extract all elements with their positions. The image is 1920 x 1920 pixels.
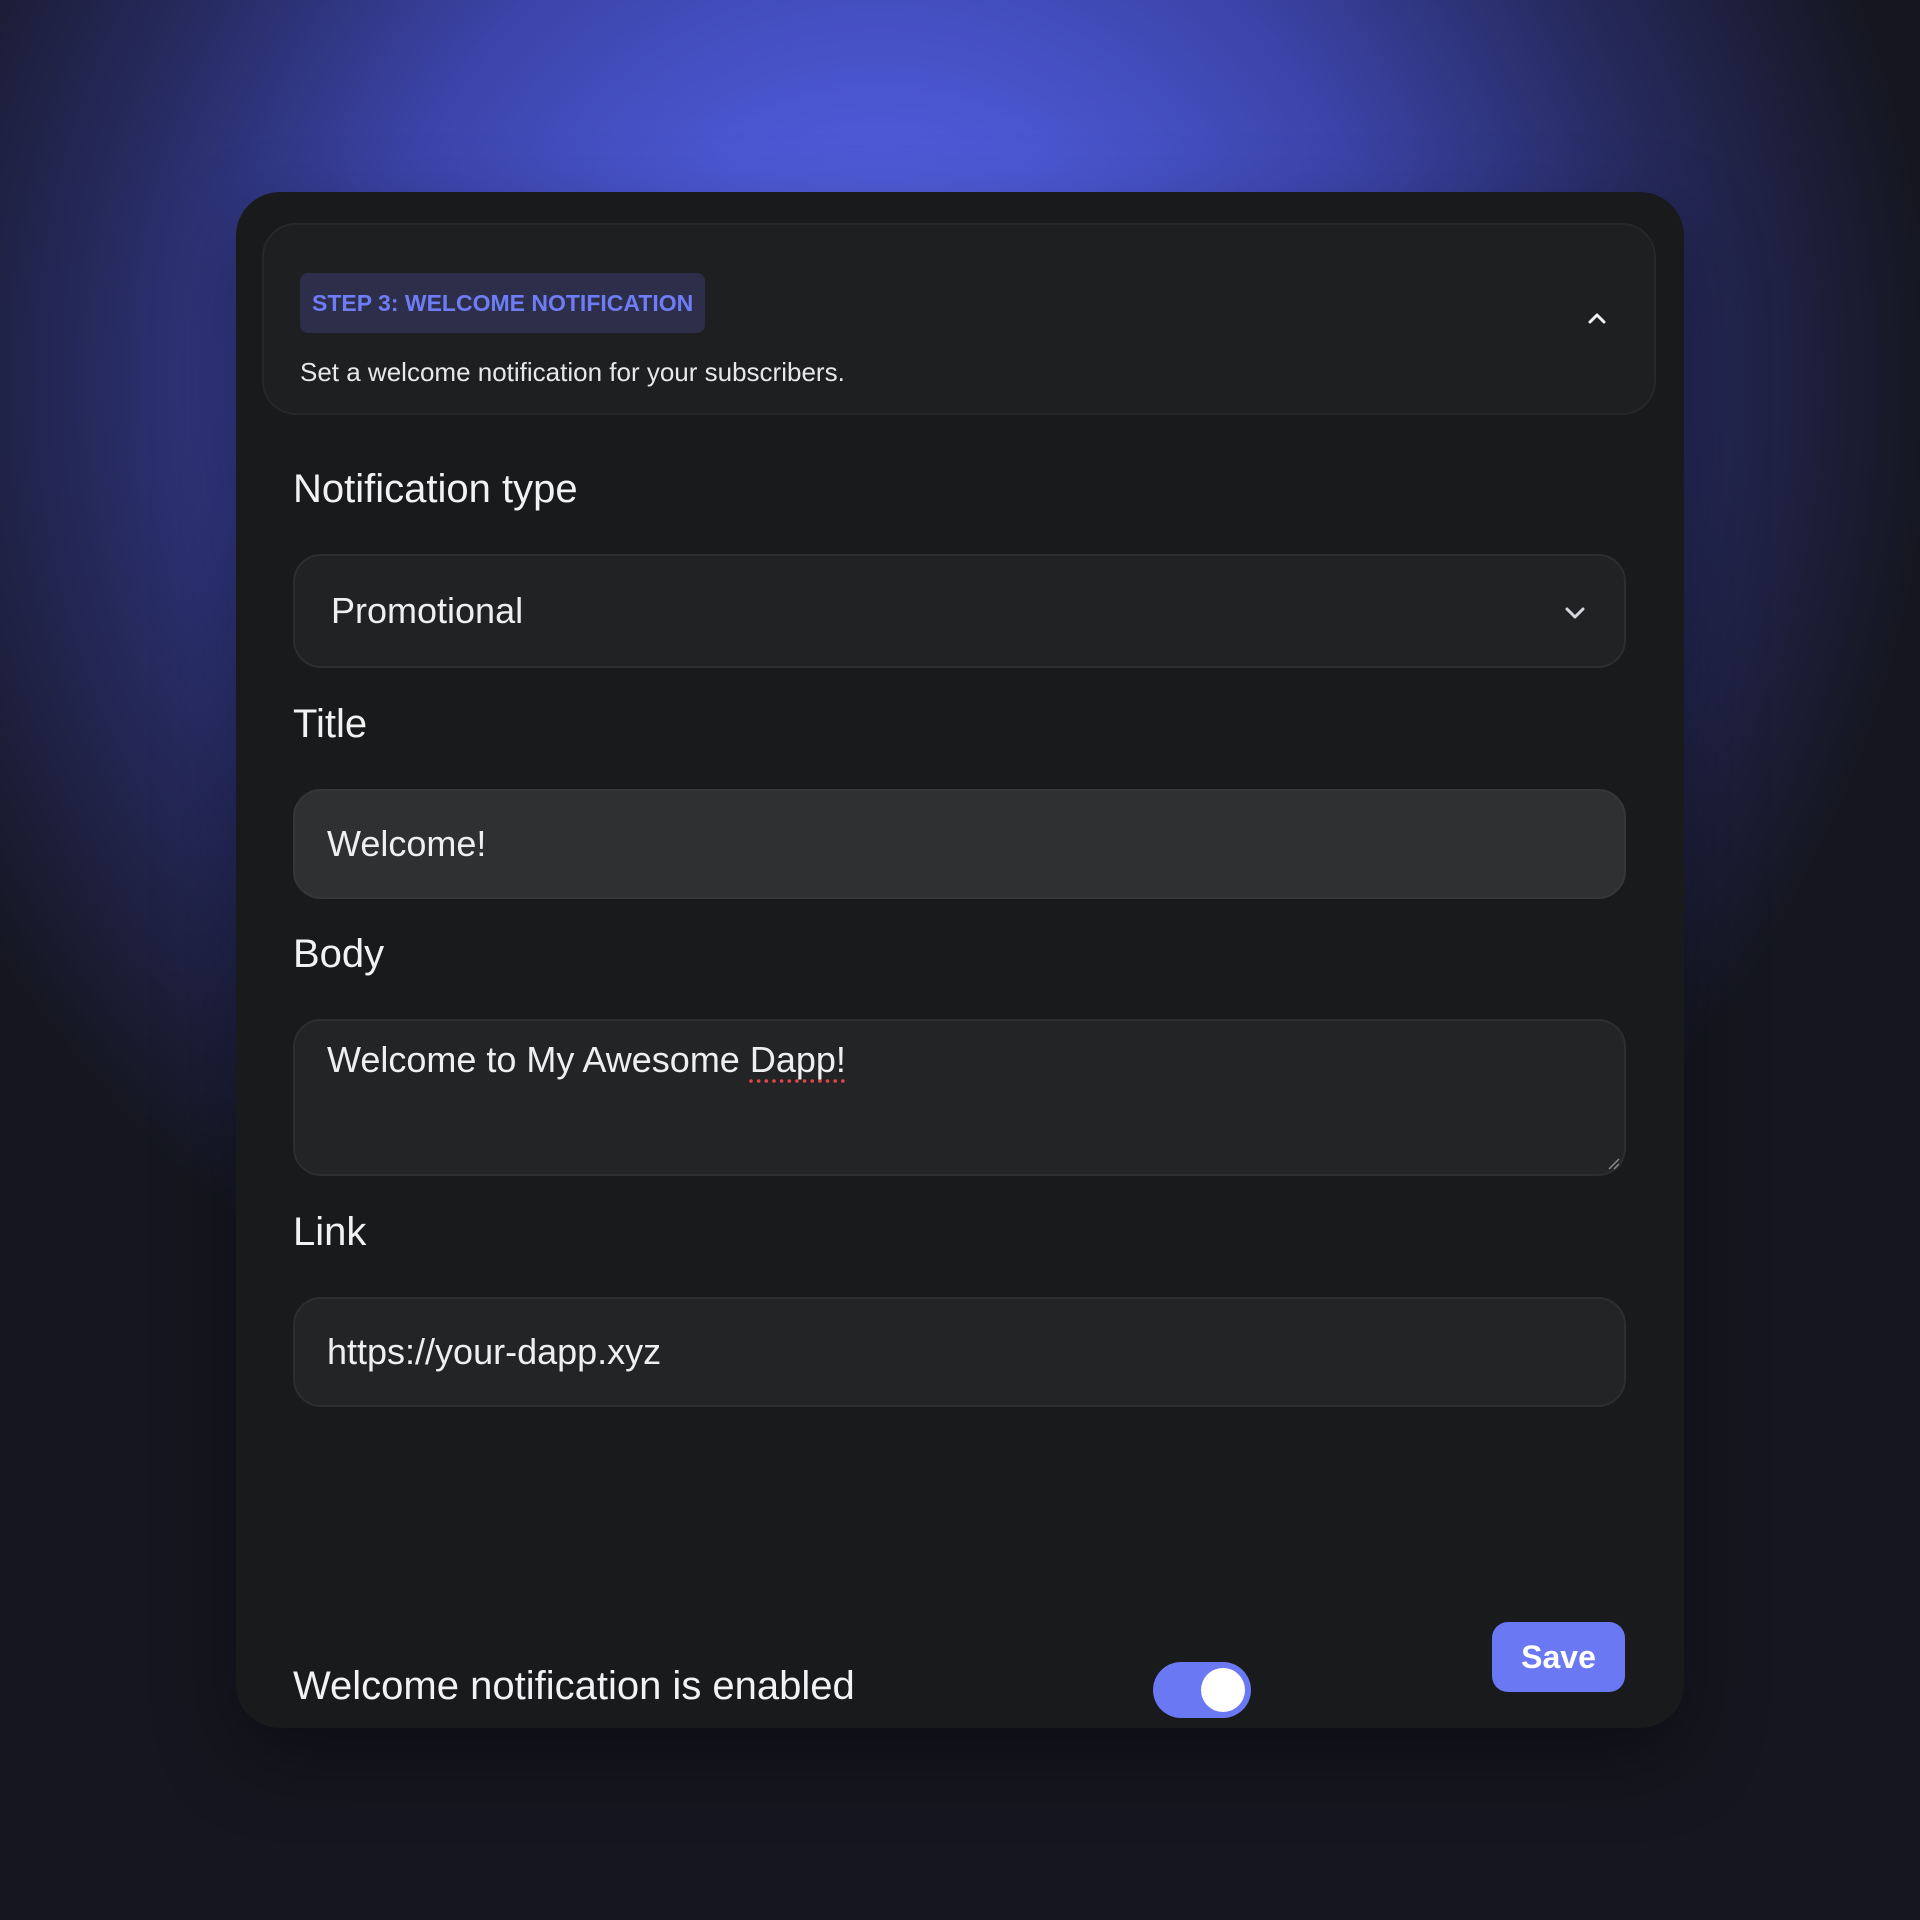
- resize-grip-icon[interactable]: [1606, 1156, 1620, 1170]
- notification-type-label: Notification type: [293, 467, 578, 511]
- body-label: Body: [293, 932, 385, 976]
- chevron-up-icon[interactable]: [1582, 303, 1612, 333]
- notification-type-select[interactable]: Promotional: [293, 554, 1626, 668]
- toggle-knob: [1201, 1668, 1245, 1712]
- step-header[interactable]: STEP 3: WELCOME NOTIFICATION Set a welco…: [262, 223, 1656, 415]
- body-textarea[interactable]: Welcome to My Awesome Dapp!: [293, 1019, 1626, 1176]
- notification-type-value: Promotional: [331, 590, 524, 631]
- save-button[interactable]: Save: [1492, 1622, 1625, 1692]
- link-input[interactable]: https://your-dapp.xyz: [293, 1297, 1626, 1407]
- chevron-down-icon: [1565, 607, 1585, 619]
- link-input-value: https://your-dapp.xyz: [327, 1331, 662, 1372]
- link-label: Link: [293, 1210, 367, 1254]
- step-description: Set a welcome notification for your subs…: [300, 357, 845, 387]
- spellcheck-flagged-word: Dapp!: [749, 1039, 846, 1080]
- body-textarea-value: Welcome to My Awesome Dapp!: [327, 1039, 846, 1080]
- welcome-notification-toggle[interactable]: [1153, 1662, 1251, 1718]
- toggle-label: Welcome notification is enabled: [293, 1664, 855, 1708]
- step-badge: STEP 3: WELCOME NOTIFICATION: [300, 273, 706, 333]
- title-input[interactable]: Welcome!: [293, 789, 1626, 899]
- title-input-value: Welcome!: [327, 823, 487, 864]
- title-label: Title: [293, 702, 368, 746]
- welcome-notification-card: STEP 3: WELCOME NOTIFICATION Set a welco…: [236, 192, 1684, 1728]
